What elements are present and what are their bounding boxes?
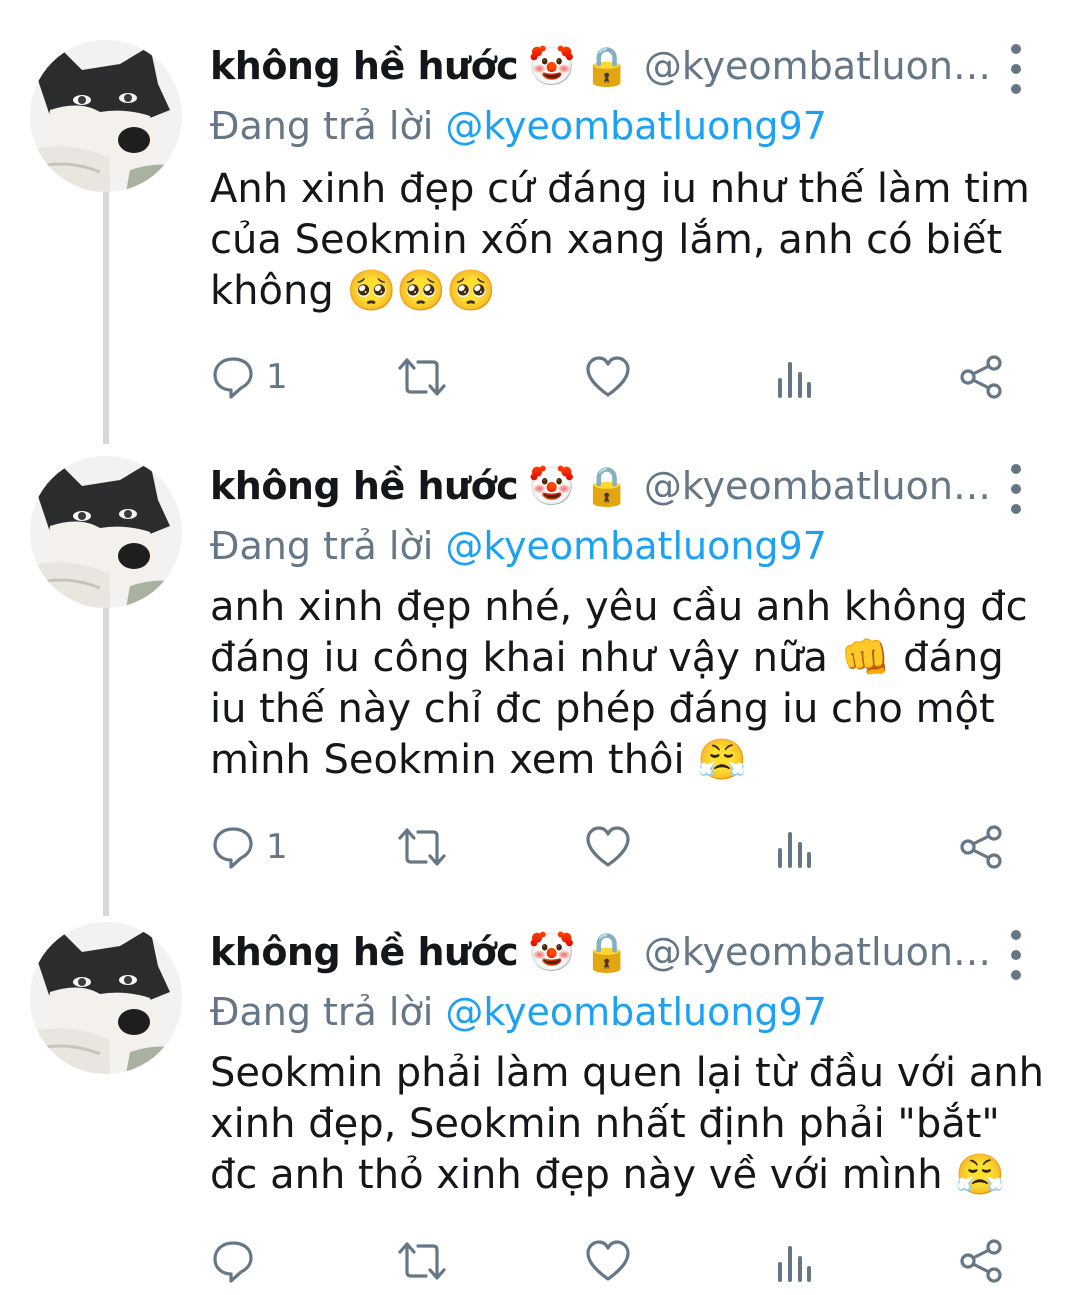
replying-to: Đang trả lời @kyeombatluong97 xyxy=(210,104,827,148)
tweet-text: Anh xinh đẹp cứ đáng iu như thế làm tim … xyxy=(210,166,1030,314)
reply-button[interactable]: 1 xyxy=(210,822,288,872)
retweet-button[interactable] xyxy=(396,1236,448,1286)
reply-icon xyxy=(213,1241,253,1283)
reply-icon xyxy=(213,357,253,399)
avatar-image xyxy=(30,40,182,192)
like-button[interactable] xyxy=(584,1236,632,1286)
retweet-icon xyxy=(398,1242,446,1280)
analytics-button[interactable] xyxy=(774,822,814,872)
replying-to: Đang trả lời @kyeombatluong97 xyxy=(210,990,827,1034)
replying-to-label: Đang trả lời xyxy=(210,524,446,568)
analytics-icon xyxy=(778,362,811,398)
share-icon xyxy=(960,825,1002,869)
user-handle[interactable]: @kyeombatluon… xyxy=(644,930,991,974)
mention-link[interactable]: @kyeombatluong97 xyxy=(445,104,827,148)
share-button[interactable] xyxy=(958,352,1006,402)
user-handle[interactable]: @kyeombatluon… xyxy=(644,464,991,508)
reply-count: 1 xyxy=(266,827,288,867)
replying-to-label: Đang trả lời xyxy=(210,990,446,1034)
tweet[interactable]: không hề hước 🤡 🔒 @kyeombatluon… Đang tr… xyxy=(0,922,1080,1292)
tweet-header: không hề hước 🤡 🔒 @kyeombatluon… xyxy=(210,922,1010,982)
share-button[interactable] xyxy=(958,1236,1006,1286)
heart-icon xyxy=(586,826,630,867)
heart-icon xyxy=(586,1240,630,1281)
tweet-text: Seokmin phải làm quen lại từ đầu với anh… xyxy=(210,1050,1044,1198)
analytics-button[interactable] xyxy=(774,352,814,402)
retweet-icon xyxy=(398,828,446,866)
reply-count: 1 xyxy=(266,357,288,397)
reply-button[interactable]: 1 xyxy=(210,352,288,402)
tweet-actions xyxy=(210,1236,1050,1286)
tweet-text: anh xinh đẹp nhé, yêu cầu anh không đc đ… xyxy=(210,584,1028,783)
tweet-actions: 1 xyxy=(210,822,1050,872)
more-options-button[interactable] xyxy=(1004,930,1028,980)
replying-to: Đang trả lời @kyeombatluong97 xyxy=(210,524,827,568)
more-options-button[interactable] xyxy=(1004,464,1028,514)
tweet-header: không hề hước 🤡 🔒 @kyeombatluon… xyxy=(210,36,1010,96)
avatar[interactable] xyxy=(30,922,182,1074)
lock-icon: 🔒 xyxy=(583,463,630,508)
share-icon xyxy=(960,1239,1002,1283)
lock-icon: 🔒 xyxy=(583,43,630,88)
avatar-image xyxy=(30,456,182,608)
user-handle[interactable]: @kyeombatluon… xyxy=(644,44,991,88)
avatar-image xyxy=(30,922,182,1074)
share-icon xyxy=(960,355,1002,399)
analytics-button[interactable] xyxy=(774,1236,814,1286)
avatar[interactable] xyxy=(30,456,182,608)
retweet-button[interactable] xyxy=(396,822,448,872)
tweet[interactable]: không hề hước 🤡 🔒 @kyeombatluon… Đang tr… xyxy=(0,456,1080,876)
avatar[interactable] xyxy=(30,40,182,192)
mention-link[interactable]: @kyeombatluong97 xyxy=(445,524,827,568)
tweet[interactable]: không hề hước 🤡 🔒 @kyeombatluon… Đang tr… xyxy=(0,36,1080,436)
more-options-button[interactable] xyxy=(1004,44,1028,94)
share-button[interactable] xyxy=(958,822,1006,872)
display-name[interactable]: không hề hước xyxy=(210,44,519,88)
analytics-icon xyxy=(778,1246,811,1282)
reply-icon xyxy=(213,827,253,869)
retweet-button[interactable] xyxy=(396,352,448,402)
analytics-icon xyxy=(778,832,811,868)
clown-emoji: 🤡 xyxy=(528,463,576,508)
like-button[interactable] xyxy=(584,352,632,402)
display-name[interactable]: không hề hước xyxy=(210,464,519,508)
retweet-icon xyxy=(398,358,446,396)
display-name[interactable]: không hề hước xyxy=(210,930,519,974)
tweet-header: không hề hước 🤡 🔒 @kyeombatluon… xyxy=(210,456,1010,516)
mention-link[interactable]: @kyeombatluong97 xyxy=(445,990,827,1034)
replying-to-label: Đang trả lời xyxy=(210,104,446,148)
lock-icon: 🔒 xyxy=(583,929,630,974)
clown-emoji: 🤡 xyxy=(528,929,576,974)
tweet-actions: 1 xyxy=(210,352,1050,402)
like-button[interactable] xyxy=(584,822,632,872)
heart-icon xyxy=(586,356,630,397)
reply-button[interactable] xyxy=(210,1236,266,1286)
clown-emoji: 🤡 xyxy=(528,43,576,88)
